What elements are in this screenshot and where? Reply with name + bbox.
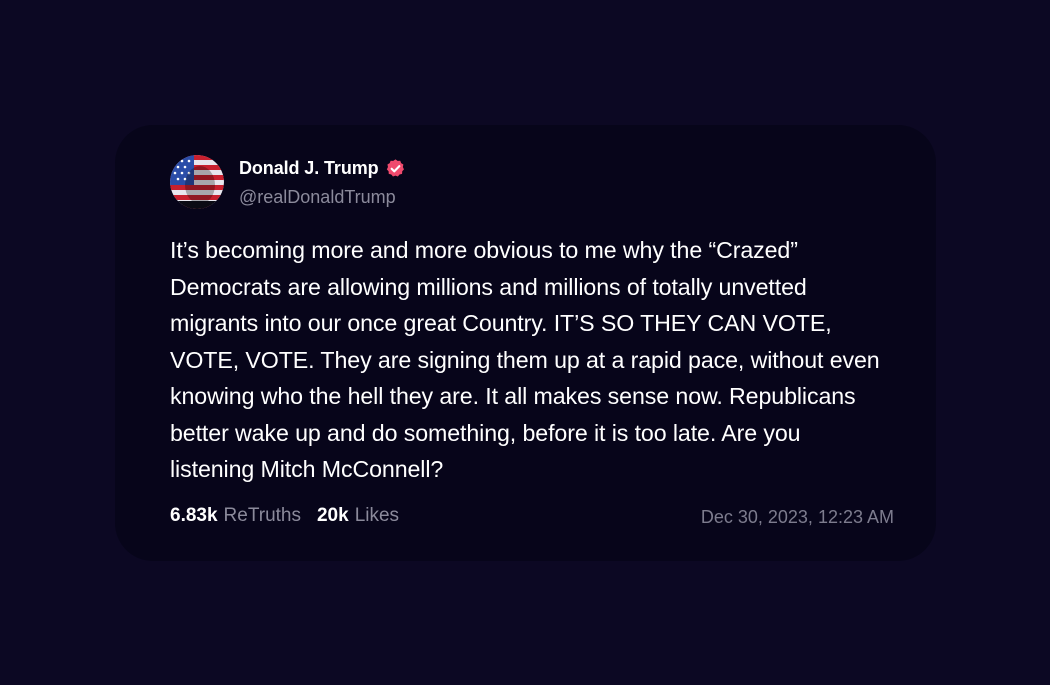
likes-stat[interactable]: 20k Likes [317,505,399,527]
avatar-flag-face-icon [170,155,224,209]
author-handle[interactable]: @realDonaldTrump [239,187,396,208]
author-name[interactable]: Donald J. Trump [239,158,379,179]
likes-count: 20k [316,505,349,526]
avatar[interactable] [170,155,224,209]
verified-badge-icon [385,158,406,179]
retruths-count: 6.83k [170,505,218,526]
retruths-label: ReTruths [223,505,301,526]
retruths-stat[interactable]: 6.83k ReTruths [170,505,301,527]
post-card: Donald J. Trump @realDonaldTrump It’s be… [115,125,936,561]
likes-label: Likes [354,505,400,526]
post-text: It’s becoming more and more obvious to m… [170,237,880,482]
post-stats: 6.83k ReTruths 20k Likes [170,505,399,527]
post-timestamp: Dec 30, 2023, 12:23 AM [700,507,894,527]
author-row: Donald J. Trump [239,158,406,179]
